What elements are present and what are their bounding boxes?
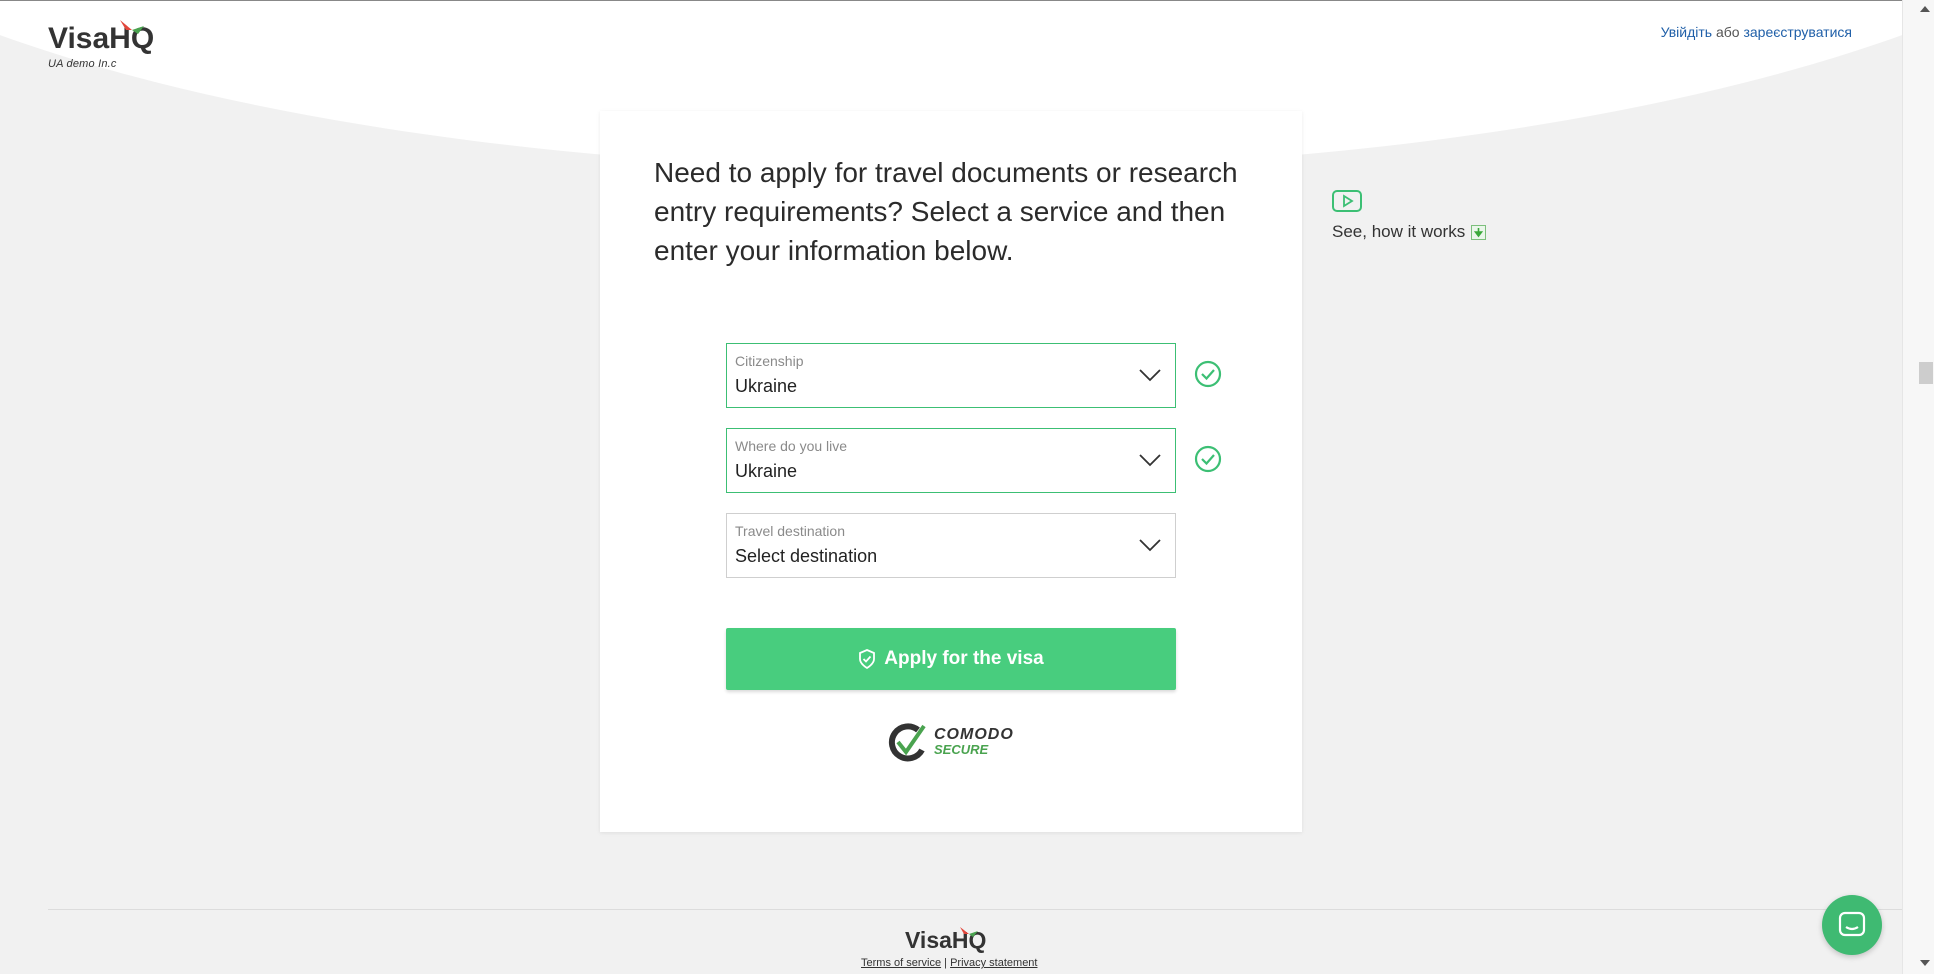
comodo-secure-badge[interactable]: COMODO SECURE (888, 722, 1014, 762)
svg-text:VisaHQ: VisaHQ (905, 927, 986, 953)
brand-logo[interactable]: VisaHQ UA demo In.c (48, 18, 180, 70)
chevron-down-icon (1139, 369, 1161, 382)
scrollbar-thumb[interactable] (1919, 362, 1933, 384)
apply-visa-button[interactable]: Apply for the visa (726, 628, 1176, 690)
brand-subtitle: UA demo In.c (48, 58, 117, 70)
chat-button[interactable] (1822, 895, 1882, 955)
apply-visa-label: Apply for the visa (884, 648, 1044, 669)
residence-select[interactable]: Where do you live Ukraine (726, 428, 1176, 493)
auth-or-text: або (1715, 24, 1740, 40)
login-link[interactable]: Увійдіть (1661, 24, 1712, 40)
chat-icon (1838, 911, 1866, 937)
destination-label: Travel destination (735, 523, 845, 539)
chevron-down-icon (1139, 454, 1161, 467)
comodo-line2: SECURE (934, 742, 989, 757)
vertical-scrollbar[interactable] (1902, 0, 1934, 974)
footer-links: Terms of service | Privacy statement (861, 957, 1037, 969)
how-it-works-label: See, how it works (1332, 222, 1466, 241)
visahq-logo-icon: VisaHQ (48, 20, 154, 54)
privacy-link[interactable]: Privacy statement (950, 957, 1037, 969)
terms-link[interactable]: Terms of service (861, 957, 941, 969)
scroll-down-icon[interactable] (1920, 960, 1930, 966)
comodo-line1: COMODO (934, 726, 1014, 743)
residence-value: Ukraine (735, 461, 798, 481)
page: VisaHQ UA demo In.c Увійдіть або зареєст… (0, 0, 1902, 974)
check-circle-icon (1194, 360, 1222, 388)
play-icon (1332, 190, 1362, 212)
how-it-works[interactable]: See, how it works (1332, 190, 1487, 242)
page-headline: Need to apply for travel documents or re… (654, 157, 1238, 266)
comodo-seal-icon (888, 723, 926, 762)
scroll-up-icon[interactable] (1920, 6, 1930, 12)
footer-logo[interactable]: VisaHQ (905, 925, 1001, 958)
destination-select[interactable]: Travel destination Select destination (726, 513, 1176, 578)
citizenship-select[interactable]: Citizenship Ukraine (726, 343, 1176, 408)
download-icon (1471, 224, 1487, 240)
footer-divider (48, 909, 1902, 910)
application-card: Need to apply for travel documents or re… (600, 111, 1302, 832)
destination-value: Select destination (735, 546, 878, 566)
shield-check-icon (859, 649, 876, 669)
auth-links: Увійдіть або зареєструватися (1661, 24, 1852, 40)
svg-text:VisaHQ: VisaHQ (48, 22, 154, 54)
visahq-footer-logo-icon: VisaHQ (905, 927, 986, 953)
check-circle-icon (1194, 445, 1222, 473)
citizenship-value: Ukraine (735, 376, 798, 396)
top-border (0, 0, 1902, 1)
register-link[interactable]: зареєструватися (1743, 24, 1852, 40)
chevron-down-icon (1139, 539, 1161, 552)
citizenship-label: Citizenship (735, 353, 804, 369)
footer-separator: | (944, 957, 947, 969)
residence-label: Where do you live (735, 438, 848, 454)
